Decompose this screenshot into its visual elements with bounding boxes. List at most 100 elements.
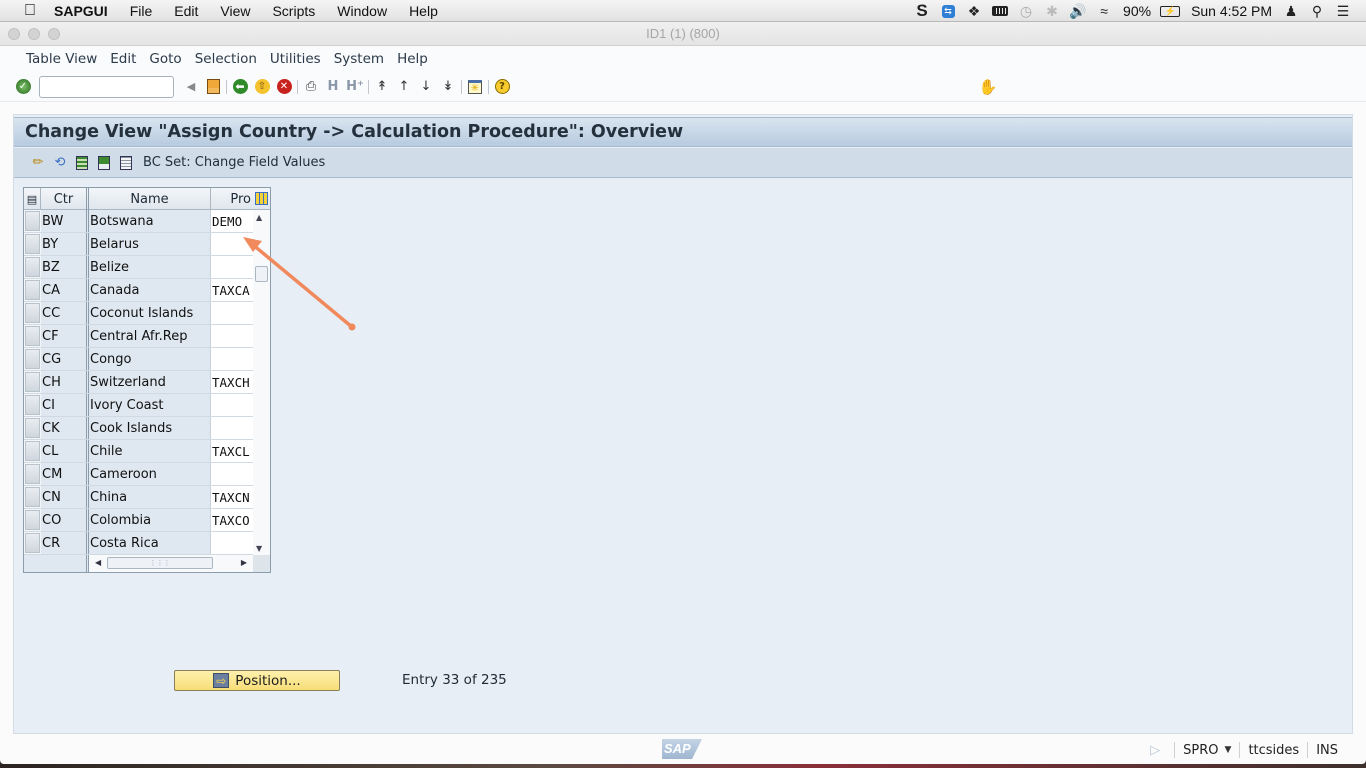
menu-table-view[interactable]: Table View (26, 51, 97, 67)
mac-app-name[interactable]: SAPGUI (54, 3, 108, 19)
cell-name: Chile (89, 440, 211, 462)
cell-procedure-input[interactable] (211, 463, 253, 485)
command-field[interactable] (39, 75, 174, 98)
first-page-icon[interactable]: ↟ (371, 76, 393, 98)
row-selector[interactable] (24, 302, 41, 324)
insert-mode[interactable]: INS (1316, 743, 1338, 758)
cell-procedure-input[interactable]: TAXCA (211, 279, 253, 301)
deselect-all-icon[interactable] (115, 153, 137, 173)
scroll-down-icon[interactable]: ▼ (256, 544, 262, 553)
cell-procedure-input[interactable] (211, 348, 253, 370)
menu-selection[interactable]: Selection (195, 51, 257, 67)
mac-menu-file[interactable]: File (130, 3, 153, 19)
enter-button[interactable]: ✓ (12, 76, 34, 98)
change-display-icon[interactable]: ✏ (27, 153, 49, 173)
row-selector[interactable] (24, 371, 41, 393)
row-selector[interactable] (24, 348, 41, 370)
row-selector[interactable] (24, 509, 41, 531)
mac-menu-help[interactable]: Help (409, 3, 438, 19)
cell-procedure-input[interactable] (211, 532, 253, 554)
cell-procedure-input[interactable]: DEMO (211, 210, 253, 232)
select-all-icon[interactable] (71, 153, 93, 173)
find-icon[interactable]: H (322, 76, 344, 98)
menu-utilities[interactable]: Utilities (270, 51, 321, 67)
user-icon[interactable]: ♟ (1278, 0, 1304, 22)
cancel-button[interactable]: ✕ (273, 76, 295, 98)
table-settings-icon[interactable] (253, 188, 270, 209)
row-selector[interactable] (24, 325, 41, 347)
mac-menu-scripts[interactable]: Scripts (272, 3, 315, 19)
row-selector[interactable] (24, 440, 41, 462)
select-block-icon[interactable] (93, 153, 115, 173)
save-button[interactable] (202, 76, 224, 98)
menu-system[interactable]: System (334, 51, 384, 67)
row-selector[interactable] (24, 532, 41, 554)
last-page-icon[interactable]: ↡ (437, 76, 459, 98)
cell-procedure-input[interactable] (211, 302, 253, 324)
exit-button[interactable]: ⇧ (251, 76, 273, 98)
column-header-pro[interactable]: Pro (211, 188, 253, 210)
menubar-clock[interactable]: Sun 4:52 PM (1191, 3, 1272, 19)
skype-icon[interactable]: S (909, 0, 935, 22)
column-header-ctr[interactable]: Ctr (41, 188, 89, 210)
create-session-icon[interactable]: ✳ (464, 76, 486, 98)
title-band: Change View "Assign Country -> Calculati… (14, 117, 1352, 147)
vertical-scrollbar[interactable]: ▲ ▼ (253, 210, 270, 555)
vertical-scroll-thumb[interactable] (255, 266, 268, 282)
scroll-up-icon[interactable]: ▲ (256, 213, 262, 222)
scroll-right-icon[interactable]: ▶ (241, 558, 247, 567)
apple-icon[interactable]:  (20, 2, 40, 20)
horizontal-scrollbar[interactable]: ◀ ⋮⋮⋮ ▶ (89, 555, 253, 572)
notification-center-icon[interactable]: ☰ (1330, 0, 1356, 22)
keyboard-battery-icon[interactable] (987, 0, 1013, 22)
cell-procedure-input[interactable] (211, 233, 253, 255)
teamviewer-icon[interactable]: ⇆ (935, 0, 961, 22)
menu-help[interactable]: Help (397, 51, 428, 67)
bluetooth-icon[interactable]: ✱ (1039, 0, 1065, 22)
transaction-dropdown-icon[interactable]: ▼ (1225, 745, 1232, 755)
select-all-rows-icon[interactable]: ▤ (24, 188, 41, 210)
volume-icon[interactable]: 🔊 (1065, 0, 1091, 22)
row-selector[interactable] (24, 256, 41, 278)
cell-procedure-input[interactable] (211, 325, 253, 347)
position-button[interactable]: ⇨ Position... (174, 670, 340, 691)
cell-procedure-input[interactable]: TAXCO (211, 509, 253, 531)
row-selector[interactable] (24, 417, 41, 439)
spotlight-search-icon[interactable]: ⚲ (1304, 0, 1330, 22)
battery-charging-icon[interactable]: ⚡ (1157, 0, 1183, 22)
mac-menu-edit[interactable]: Edit (174, 3, 198, 19)
wifi-icon[interactable]: ≈ (1091, 0, 1117, 22)
menu-goto[interactable]: Goto (149, 51, 181, 67)
row-selector[interactable] (24, 210, 41, 232)
cell-procedure-input[interactable] (211, 394, 253, 416)
row-selector[interactable] (24, 463, 41, 485)
scroll-left-icon[interactable]: ◀ (95, 558, 101, 567)
row-selector[interactable] (24, 279, 41, 301)
cell-procedure-input[interactable] (211, 256, 253, 278)
status-expand-icon[interactable]: ▷ (1150, 743, 1160, 758)
help-icon[interactable]: ? (491, 76, 513, 98)
find-next-icon[interactable]: H⁺ (344, 76, 366, 98)
mac-menu-window[interactable]: Window (337, 3, 387, 19)
horizontal-scroll-thumb[interactable]: ⋮⋮⋮ (107, 557, 213, 569)
command-field-toggle-icon[interactable]: ◀ (180, 76, 202, 98)
toolbar-separator (461, 79, 462, 94)
dropbox-icon[interactable]: ❖ (961, 0, 987, 22)
cell-procedure-input[interactable]: TAXCL (211, 440, 253, 462)
row-selector[interactable] (24, 486, 41, 508)
row-selector[interactable] (24, 233, 41, 255)
print-icon[interactable]: ⎙ (300, 76, 322, 98)
menu-edit[interactable]: Edit (110, 51, 136, 67)
cell-procedure-input[interactable]: TAXCH (211, 371, 253, 393)
mac-menu-view[interactable]: View (220, 3, 250, 19)
cell-procedure-input[interactable] (211, 417, 253, 439)
cell-procedure-input[interactable]: TAXCN (211, 486, 253, 508)
time-machine-icon[interactable]: ◷ (1013, 0, 1039, 22)
undo-icon[interactable]: ⟲ (49, 153, 71, 173)
previous-page-icon[interactable]: ↑ (393, 76, 415, 98)
row-selector[interactable] (24, 394, 41, 416)
column-header-name[interactable]: Name (89, 188, 211, 210)
bc-set-change-field-values-button[interactable]: BC Set: Change Field Values (143, 155, 325, 170)
next-page-icon[interactable]: ↓ (415, 76, 437, 98)
back-button[interactable]: ⬅ (229, 76, 251, 98)
